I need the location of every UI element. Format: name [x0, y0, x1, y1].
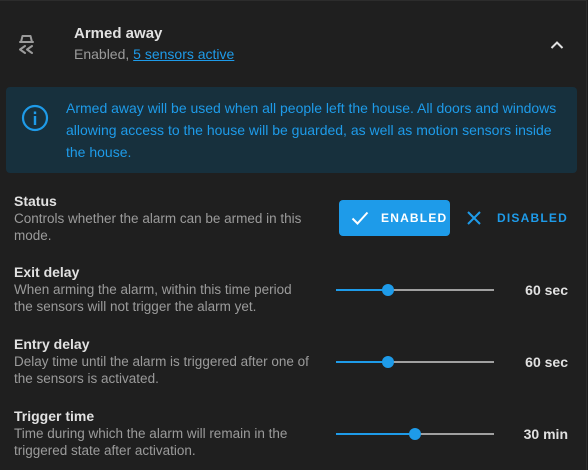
chevron-up-icon[interactable]: [547, 35, 567, 55]
sensors-active-link[interactable]: 5 sensors active: [133, 46, 234, 62]
status-description: Controls whether the alarm can be armed …: [14, 211, 302, 243]
disabled-button[interactable]: DISABLED: [460, 200, 572, 236]
disabled-label: DISABLED: [497, 211, 568, 225]
entry-delay-description: Delay time until the alarm is triggered …: [14, 354, 309, 386]
entry-delay-title: Entry delay: [14, 336, 90, 352]
slider-fill: [336, 361, 389, 363]
slider-thumb[interactable]: [409, 428, 421, 440]
slider-fill: [336, 433, 415, 435]
enabled-label: ENABLED: [381, 211, 448, 225]
car-arrow-left-icon: [19, 35, 34, 54]
info-text: Armed away will be used when all people …: [66, 100, 557, 160]
entry-delay-slider[interactable]: [336, 354, 494, 370]
exit-delay-slider[interactable]: [336, 282, 494, 298]
exit-delay-value: 60 sec: [525, 282, 568, 298]
mode-subtitle: Enabled, 5 sensors active: [74, 46, 234, 62]
slider-thumb[interactable]: [382, 356, 395, 368]
info-alert: Armed away will be used when all people …: [6, 87, 577, 173]
alarm-mode-card: Armed away Enabled, 5 sensors active Arm…: [0, 0, 587, 470]
exit-delay-title: Exit delay: [14, 264, 80, 280]
trigger-time-value: 30 min: [523, 426, 568, 442]
info-circle-icon: [21, 104, 49, 132]
mode-header[interactable]: Armed away Enabled, 5 sensors active: [0, 1, 587, 81]
trigger-time-description: Time during which the alarm will remain …: [14, 426, 288, 458]
exit-delay-description: When arming the alarm, within this time …: [14, 282, 292, 314]
mode-status-text: Enabled,: [74, 46, 134, 62]
enabled-button[interactable]: ENABLED: [339, 200, 450, 236]
entry-delay-value: 60 sec: [525, 354, 568, 370]
close-icon: [467, 211, 481, 225]
trigger-time-slider[interactable]: [336, 426, 494, 442]
check-icon: [351, 211, 369, 225]
slider-fill: [336, 289, 389, 291]
trigger-time-title: Trigger time: [14, 408, 95, 424]
mode-title: Armed away: [74, 25, 163, 42]
slider-thumb[interactable]: [382, 284, 395, 296]
